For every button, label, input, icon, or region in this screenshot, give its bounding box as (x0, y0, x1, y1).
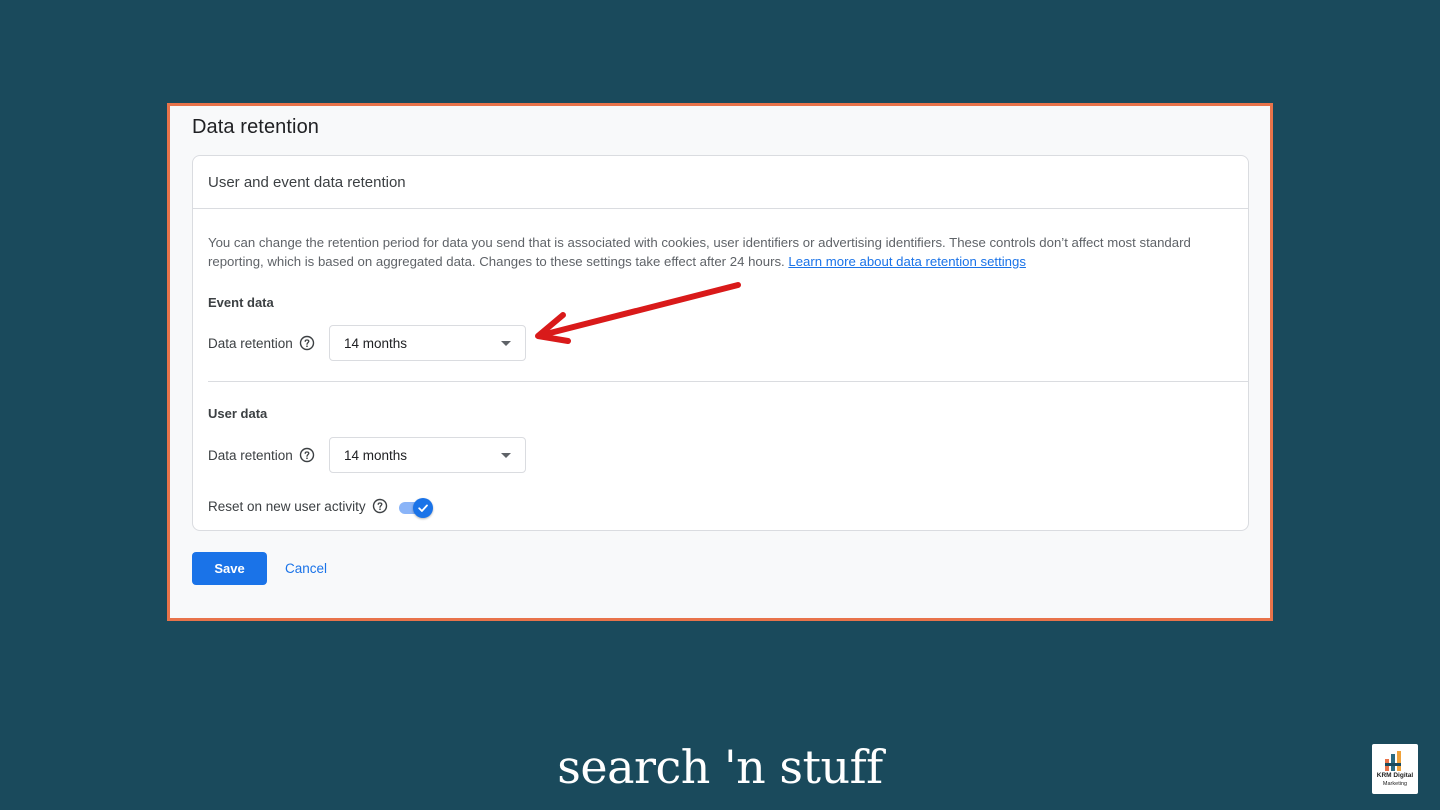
help-icon[interactable] (372, 498, 388, 514)
event-retention-value: 14 months (344, 335, 408, 351)
brand-wordmark: search 'n stuff (557, 740, 883, 794)
reset-label: Reset on new user activity (208, 498, 366, 514)
caret-down-icon (501, 453, 511, 458)
event-data-heading: Event data (208, 295, 274, 310)
user-retention-label: Data retention (208, 447, 293, 463)
description-text: You can change the retention period for … (208, 233, 1238, 271)
help-icon[interactable] (299, 447, 315, 463)
event-retention-label-row: Data retention (208, 335, 315, 351)
logo-line1: KRM Digital (1376, 772, 1414, 779)
user-data-heading: User data (208, 406, 268, 421)
help-icon[interactable] (299, 335, 315, 351)
caret-down-icon (501, 341, 511, 346)
learn-more-link[interactable]: Learn more about data retention settings (788, 254, 1026, 269)
reset-toggle[interactable] (399, 496, 433, 518)
logo-line2: Marketing (1382, 781, 1408, 787)
user-retention-select[interactable]: 14 months (329, 437, 526, 473)
save-button[interactable]: Save (192, 552, 267, 585)
cancel-button[interactable]: Cancel (277, 552, 335, 585)
logo-bars-icon (1385, 751, 1401, 771)
user-retention-value: 14 months (344, 447, 408, 463)
page-title: Data retention (192, 116, 320, 138)
card-header: User and event data retention (193, 156, 1248, 209)
event-retention-select[interactable]: 14 months (329, 325, 526, 361)
screenshot-frame: Data retention User and event data reten… (167, 103, 1273, 621)
description-body: You can change the retention period for … (208, 235, 1191, 269)
section-divider (208, 381, 1248, 382)
retention-card: User and event data retention You can ch… (192, 155, 1249, 531)
krm-logo: KRM Digital Marketing (1372, 744, 1418, 794)
user-retention-label-row: Data retention (208, 447, 315, 463)
event-retention-label: Data retention (208, 335, 293, 351)
reset-label-row: Reset on new user activity (208, 498, 388, 514)
check-icon (413, 498, 433, 518)
